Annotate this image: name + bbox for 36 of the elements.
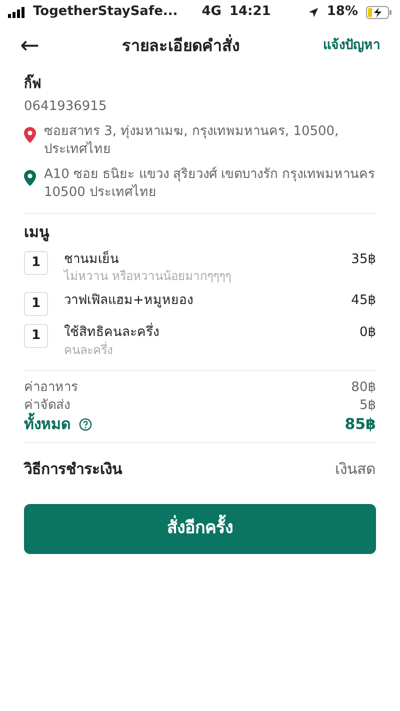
- quantity-box: 1: [24, 292, 48, 316]
- network-type: 4G: [202, 3, 222, 21]
- quantity-box: 1: [24, 250, 48, 275]
- item-note: ไม่หวาน หรือหวานน้อยมากๆๆๆๆ: [64, 268, 232, 284]
- item-note: คนละครึ่ง: [64, 342, 114, 358]
- customer-name: กิ๊ฟ: [24, 76, 376, 94]
- back-button[interactable]: ←: [20, 34, 40, 58]
- payment-method-label: วิธีการชำระเงิน: [24, 459, 122, 480]
- phone-number: 0641936915: [24, 98, 108, 116]
- clock-time: 14:21: [229, 3, 271, 21]
- help-icon[interactable]: [79, 418, 92, 431]
- item-name: วาฟเฟิลแฮม+หมูหยอง: [64, 292, 194, 310]
- item-price: 45฿: [351, 292, 376, 310]
- summary-value: 85฿: [344, 414, 376, 434]
- item-name: ชานมเย็น: [64, 250, 120, 268]
- item-price: 0฿: [359, 324, 376, 342]
- item-price: 35฿: [351, 250, 376, 268]
- address-text: A10 ซอย ธนิยะ แขวง สุริยวงศ์ เขตบางรัก กรุงเทพมหานคร 10500 ประเทศไทย: [44, 166, 376, 202]
- summary-value: 5฿: [359, 396, 376, 414]
- signal-icon: [8, 6, 25, 18]
- summary-label: ค่าจัดส่ง: [24, 396, 70, 413]
- item-name: ใช้สิทธิคนละครึ่ง: [64, 324, 344, 342]
- report-problem-link[interactable]: แจ้งปัญหา: [323, 37, 380, 55]
- battery-percent: 18%: [326, 3, 358, 21]
- address-text: ซอยสาทร 3, ทุ่งมหาเมฆ, กรุงเทพมหานคร, 10500, ประเทศไทย: [44, 123, 340, 158]
- summary-label: ค่าอาหาร: [24, 379, 78, 397]
- section-heading: เมนู: [24, 222, 50, 243]
- quantity-box: 1: [24, 324, 48, 348]
- battery-charging-icon: [366, 6, 392, 18]
- carrier-name: TogetherStaySafe...: [33, 3, 178, 21]
- reorder-button[interactable]: สั่งอีกครั้ง: [24, 504, 376, 554]
- location-arrow-icon: [308, 6, 319, 18]
- payment-method-value: เงินสด: [335, 459, 376, 480]
- page-title: รายละเอียดคำสั่ง: [121, 35, 242, 57]
- summary-label: ทั้งหมด: [24, 414, 71, 434]
- summary-value: 80฿: [351, 379, 376, 397]
